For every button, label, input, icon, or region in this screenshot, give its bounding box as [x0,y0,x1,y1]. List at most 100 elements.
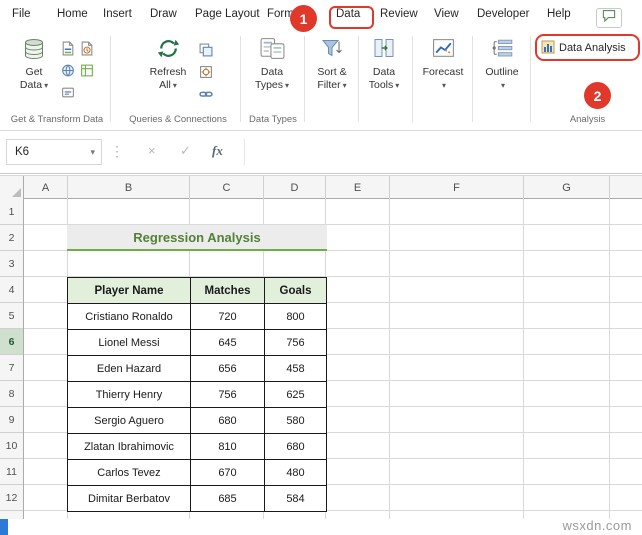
cancel-icon[interactable]: × [148,143,156,158]
column-header-partial[interactable] [610,176,642,199]
refresh-all-button[interactable]: Refresh All ▾ [142,36,194,92]
get-data-button[interactable]: Get Data ▾ [10,36,58,92]
refresh-all-label-2: All [159,79,171,91]
tab-file[interactable]: File [12,8,31,20]
table-cell[interactable]: Sergio Aguero [68,408,191,434]
table-cell[interactable]: 756 [265,330,327,356]
row-header-1[interactable]: 1 [0,199,23,225]
sort-filter-label-1: Sort & [317,66,347,78]
row-header-6-active[interactable]: 6 [0,329,23,355]
table-cell[interactable]: 584 [265,486,327,512]
column-header-e[interactable]: E [326,176,390,199]
row-header-8[interactable]: 8 [0,381,23,407]
row-header-9[interactable]: 9 [0,407,23,433]
column-header-g[interactable]: G [524,176,610,199]
from-table-range-icon[interactable] [79,62,95,78]
edit-links-icon[interactable] [198,86,214,102]
data-types-label-2: Types [254,79,283,91]
select-all-corner[interactable] [0,176,24,199]
watermark: wsxdn.com [562,518,632,533]
tab-page-layout[interactable]: Page Layout [195,8,260,20]
table-cell[interactable]: Zlatan Ibrahimovic [68,434,191,460]
row-header-4[interactable]: 4 [0,277,23,303]
row-header-10[interactable]: 10 [0,433,23,459]
tab-developer[interactable]: Developer [477,8,529,20]
table-cell[interactable]: 720 [191,304,265,330]
dropdown-caret-icon: ▾ [285,81,290,90]
comment-icon [602,9,616,27]
table-cell[interactable]: 810 [191,434,265,460]
tab-review[interactable]: Review [380,8,418,20]
table-header-matches[interactable]: Matches [191,278,265,304]
row-header-7[interactable]: 7 [0,355,23,381]
from-web-icon[interactable] [60,62,76,78]
from-text-csv-icon[interactable] [60,40,76,56]
table-cell[interactable]: 685 [191,486,265,512]
annotation-step-1: 1 [290,5,317,32]
table-header-goals[interactable]: Goals [265,278,327,304]
column-header-f[interactable]: F [390,176,524,199]
data-tools-icon [360,36,408,66]
table-cell[interactable]: 625 [265,382,327,408]
sheet-title-cell[interactable]: Regression Analysis [67,225,327,251]
table-cell[interactable]: Eden Hazard [68,356,191,382]
table-cell[interactable]: Carlos Tevez [68,460,191,486]
data-tools-button[interactable]: Data Tools ▾ [360,36,408,92]
group-separator [530,36,531,122]
column-header-b[interactable]: B [68,176,190,199]
tab-view[interactable]: View [434,8,459,20]
row-header-12[interactable]: 12 [0,485,23,511]
data-types-button[interactable]: Data Types ▾ [248,36,296,92]
enter-icon[interactable]: ✓ [180,143,191,159]
table-cell[interactable]: 670 [191,460,265,486]
existing-connections-icon[interactable] [60,84,76,100]
table-cell[interactable]: 800 [265,304,327,330]
group-separator [110,36,111,122]
forecast-button[interactable]: Forecast ▾ [416,36,470,92]
table-cell[interactable]: Thierry Henry [68,382,191,408]
forecast-label-1: Forecast [422,66,464,78]
table-cell[interactable]: 680 [191,408,265,434]
refresh-all-label-1: Refresh [149,66,187,78]
group-separator [304,36,305,122]
formula-bar-separator [244,139,245,165]
tab-insert[interactable]: Insert [103,8,132,20]
table-cell[interactable]: 458 [265,356,327,382]
dropdown-caret-icon: ▾ [172,81,177,90]
formula-bar-handle-icon[interactable]: ⋮ [110,143,124,160]
column-header-c[interactable]: C [190,176,264,199]
recent-sources-icon[interactable] [79,40,95,56]
insert-function-icon[interactable]: fx [212,143,223,159]
table-header-player-name[interactable]: Player Name [68,278,191,304]
comments-button[interactable] [596,8,622,28]
table-cell[interactable]: 480 [265,460,327,486]
column-header-d[interactable]: D [264,176,326,199]
tab-home[interactable]: Home [57,8,88,20]
properties-icon[interactable] [198,64,214,80]
table-cell[interactable]: 645 [191,330,265,356]
outline-icon [476,36,528,66]
group-separator [358,36,359,122]
row-header-2[interactable]: 2 [0,225,23,251]
tab-draw[interactable]: Draw [150,8,177,20]
table-cell[interactable]: 680 [265,434,327,460]
row-header-5[interactable]: 5 [0,303,23,329]
name-box[interactable]: K6 ▾ [6,139,102,165]
row-header-3[interactable]: 3 [0,251,23,277]
tab-help[interactable]: Help [547,8,571,20]
table-cell[interactable]: 580 [265,408,327,434]
row-header-11[interactable]: 11 [0,459,23,485]
sort-filter-button[interactable]: Sort & Filter ▾ [308,36,356,92]
table-cell[interactable]: 656 [191,356,265,382]
outline-button[interactable]: Outline ▾ [476,36,528,92]
table-cell[interactable]: Dimitar Berbatov [68,486,191,512]
table-cell[interactable]: Lionel Messi [68,330,191,356]
gridline-vertical [523,199,524,519]
name-box-caret-icon[interactable]: ▾ [90,147,95,158]
data-types-icon [248,36,296,66]
column-header-a[interactable]: A [24,176,68,199]
queries-connections-icon[interactable] [198,42,214,58]
table-cell[interactable]: 756 [191,382,265,408]
outline-label-1: Outline [485,66,519,78]
table-cell[interactable]: Cristiano Ronaldo [68,304,191,330]
